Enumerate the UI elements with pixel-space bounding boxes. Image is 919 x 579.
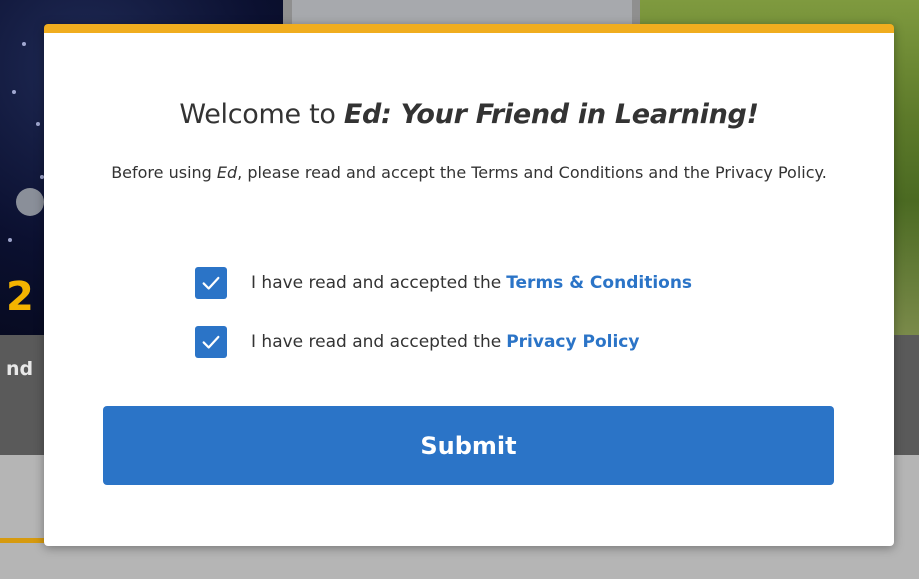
privacy-checkbox-label: I have read and accepted the xyxy=(251,332,502,352)
star-icon xyxy=(36,122,40,126)
modal-description-after: , please read and accept the Terms and C… xyxy=(237,163,827,182)
submit-button[interactable]: Submit xyxy=(103,406,834,485)
terms-checkbox-label: I have read and accepted the xyxy=(251,273,502,293)
modal-description-brand: Ed xyxy=(216,163,238,182)
star-icon xyxy=(22,42,26,46)
modal-title: Welcome to Ed: Your Friend in Learning! xyxy=(44,99,894,130)
planet-icon xyxy=(16,188,44,216)
privacy-checkbox-row: I have read and accepted the Privacy Pol… xyxy=(195,326,639,358)
privacy-policy-link[interactable]: Privacy Policy xyxy=(506,332,639,352)
modal-description-before: Before using xyxy=(111,163,217,182)
star-icon xyxy=(8,238,12,242)
privacy-checkbox[interactable] xyxy=(195,326,227,358)
welcome-modal: Welcome to Ed: Your Friend in Learning! … xyxy=(44,24,894,546)
checkmark-icon xyxy=(202,335,220,349)
star-icon xyxy=(12,90,16,94)
modal-description: Before using Ed, please read and accept … xyxy=(104,161,834,185)
background-card-number: 2 xyxy=(6,274,34,320)
terms-link[interactable]: Terms & Conditions xyxy=(506,273,692,293)
checkmark-icon xyxy=(202,276,220,290)
background-strip-text: nd xyxy=(6,358,34,380)
modal-title-prefix: Welcome to xyxy=(179,99,344,130)
terms-checkbox-row: I have read and accepted the Terms & Con… xyxy=(195,267,692,299)
modal-title-brand: Ed: Your Friend in Learning! xyxy=(343,99,759,130)
background-accent-bar xyxy=(0,538,46,543)
terms-checkbox[interactable] xyxy=(195,267,227,299)
